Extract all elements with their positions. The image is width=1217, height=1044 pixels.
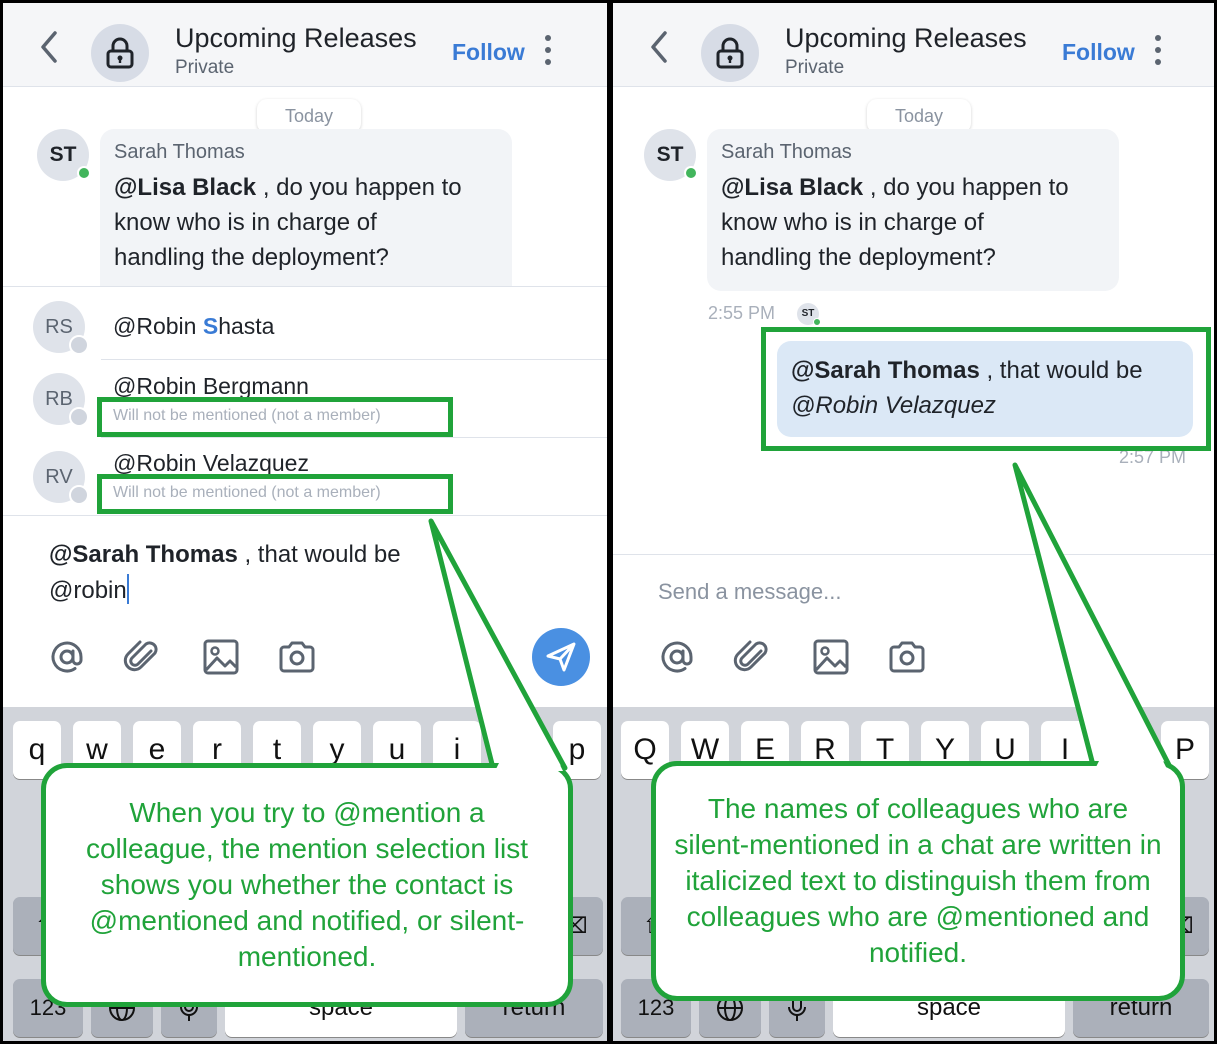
- left-screen: Upcoming Releases Private Follow Today S…: [0, 0, 610, 1044]
- annotation-callout: When you try to @mention a colleague, th…: [41, 763, 573, 1007]
- right-screen: Upcoming Releases Private Follow Today S…: [610, 0, 1217, 1044]
- annotation-callout: The names of colleagues who are silent-m…: [651, 761, 1185, 1001]
